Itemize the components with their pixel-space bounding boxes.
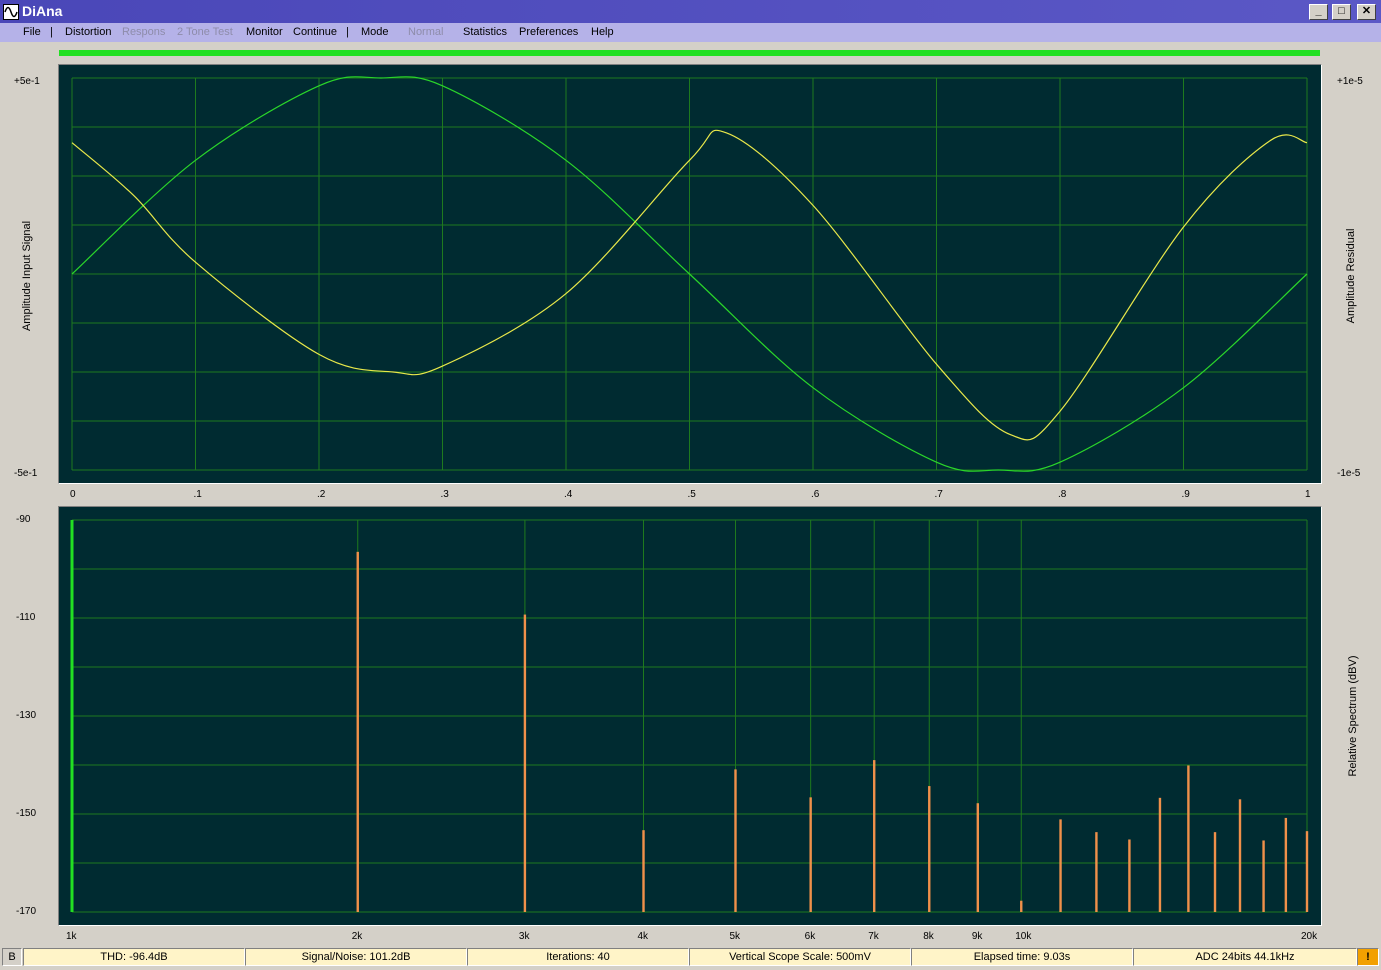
menu-continue[interactable]: Continue (293, 26, 337, 38)
harmonic-bar (1020, 900, 1023, 912)
spectrum-x-tick-label: 8k (923, 931, 934, 942)
menu-respons[interactable]: Respons (122, 26, 165, 38)
menu-file[interactable]: File (23, 26, 41, 38)
spectrum-x-tick-label: 10k (1015, 931, 1032, 942)
spectrum-chart (70, 519, 1309, 913)
scope-plot[interactable] (58, 64, 1322, 484)
scope-x-tick-label: .5 (687, 489, 696, 500)
window-title: DiAna (22, 3, 63, 19)
minimize-button[interactable]: _ (1309, 4, 1328, 20)
scope-x-tick-label: 0 (70, 489, 76, 500)
harmonic-bar (1158, 797, 1162, 912)
harmonic-bar (976, 803, 980, 912)
scope-x-tick-label: .9 (1181, 489, 1190, 500)
title-bar: DiAna _ □ ✕ (0, 0, 1381, 23)
scope-x-tick-label: 1 (1305, 489, 1311, 500)
harmonic-bar (523, 614, 527, 912)
menu-preferences[interactable]: Preferences (519, 26, 578, 38)
spectrum-x-tick-label: 9k (971, 931, 983, 942)
sine-icon (4, 6, 18, 18)
spectrum-x-tick-label: 1k (66, 931, 77, 942)
status-adc: ADC 24bits 44.1kHz (1133, 948, 1357, 966)
harmonic-bar (1305, 831, 1309, 912)
status-bar: B THD: -96.4dB Signal/Noise: 101.2dB Ite… (0, 947, 1381, 967)
harmonic-bar (356, 551, 359, 912)
scope-chart (71, 76, 1308, 472)
scope-y-left-min: -5e-1 (14, 468, 38, 479)
status-thd: THD: -96.4dB (23, 948, 245, 966)
harmonic-bar (1284, 817, 1288, 912)
spectrum-x-tick-label: 20k (1301, 931, 1318, 942)
fundamental-bar (70, 520, 74, 912)
harmonic-bar (1059, 819, 1062, 912)
scope-x-tick-label: .6 (811, 489, 820, 500)
menu-2-tone-test[interactable]: 2 Tone Test (177, 26, 233, 38)
menu-help[interactable]: Help (591, 26, 614, 38)
menu-mode[interactable]: Mode (361, 26, 389, 38)
scope-x-tick-label: .2 (317, 489, 326, 500)
menu-statistics[interactable]: Statistics (463, 26, 507, 38)
status-elapsed-time: Elapsed time: 9.03s (911, 948, 1133, 966)
status-vertical-scale: Vertical Scope Scale: 500mV (689, 948, 911, 966)
scope-x-tick-label: .1 (193, 489, 202, 500)
spectrum-x-tick-label: 6k (804, 931, 816, 942)
menu-normal[interactable]: Normal (408, 26, 443, 38)
spectrum-y-tick-label: -130 (16, 710, 37, 721)
maximize-button[interactable]: □ (1332, 4, 1351, 20)
spectrum-x-tick-label: 2k (351, 931, 363, 942)
spectrum-y-tick-label: -110 (16, 612, 36, 623)
progress-fill (59, 50, 1320, 56)
spectrum-x-tick-label: 7k (868, 931, 879, 942)
harmonic-bar (1238, 799, 1242, 912)
harmonic-bar (1187, 765, 1190, 912)
scope-y-left-max: +5e-1 (14, 76, 40, 87)
scope-y-right-min: -1e-5 (1337, 468, 1361, 479)
menu-distortion[interactable]: Distortion (65, 26, 111, 38)
menu-monitor[interactable]: Monitor (246, 26, 283, 38)
spectrum-x-tick-label: 5k (729, 931, 741, 942)
spectrum-y-tick-label: -90 (16, 514, 31, 525)
close-button[interactable]: ✕ (1357, 4, 1376, 20)
harmonic-bar (1128, 839, 1131, 912)
progress-bar (59, 50, 1320, 56)
menu-separator: | (50, 26, 53, 38)
warning-icon[interactable]: ! (1357, 948, 1379, 966)
scope-y-right-max: +1e-5 (1337, 76, 1363, 87)
spectrum-y-label: Relative Spectrum (dBV) (1347, 655, 1359, 777)
spectrum-plot[interactable] (58, 506, 1322, 926)
harmonic-bar (1262, 840, 1265, 912)
status-snr: Signal/Noise: 101.2dB (245, 948, 467, 966)
scope-x-tick-label: .3 (440, 489, 449, 500)
status-mode-letter: B (2, 948, 22, 966)
app-icon[interactable] (3, 4, 19, 20)
menu-separator: | (346, 26, 349, 38)
harmonic-bar (873, 760, 876, 912)
scope-x-tick-label: .8 (1058, 489, 1067, 500)
harmonic-bar (734, 769, 737, 912)
scope-x-tick-label: .7 (934, 489, 943, 500)
harmonic-bar (1213, 832, 1217, 912)
scope-y-right-label: Amplitude Residual (1345, 228, 1357, 324)
harmonic-bar (642, 830, 645, 912)
harmonic-bar (809, 797, 812, 912)
spectrum-y-tick-label: -150 (16, 808, 37, 819)
menu-bar: File | Distortion Respons 2 Tone Test Mo… (0, 23, 1381, 42)
harmonic-bar (1095, 832, 1098, 912)
scope-x-tick-label: .4 (564, 489, 573, 500)
spectrum-x-tick-label: 3k (518, 931, 530, 942)
spectrum-y-tick-label: -170 (16, 906, 37, 917)
status-iterations: Iterations: 40 (467, 948, 689, 966)
spectrum-x-tick-label: 4k (637, 931, 649, 942)
harmonic-bar (928, 786, 931, 912)
scope-y-left-label: Amplitude Input Signal (21, 220, 33, 332)
